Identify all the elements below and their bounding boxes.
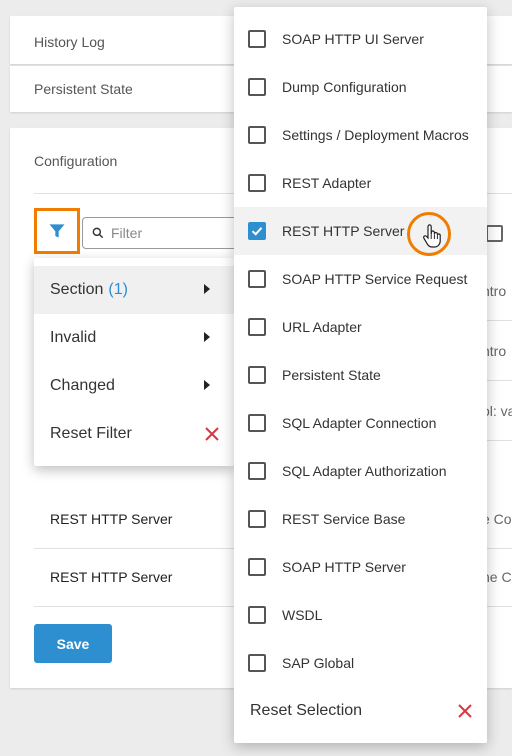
section-option-label: SQL Adapter Connection (282, 415, 437, 431)
section-option-label: SQL Adapter Authorization (282, 463, 447, 479)
save-button[interactable]: Save (34, 624, 112, 663)
section-option[interactable]: URL Adapter (234, 303, 487, 351)
configuration-title: Configuration (34, 153, 118, 169)
section-option-label: URL Adapter (282, 319, 362, 335)
filter-menu-label: Section (50, 281, 104, 298)
section-option[interactable]: SOAP HTTP Service Request (234, 255, 487, 303)
checkbox[interactable] (248, 414, 266, 432)
filter-input[interactable] (111, 225, 231, 241)
close-icon (205, 427, 219, 441)
section-option[interactable]: SOAP HTTP Server (234, 543, 487, 591)
section-option-label: Settings / Deployment Macros (282, 127, 469, 143)
checkbox[interactable] (248, 366, 266, 384)
section-count-badge: (1) (108, 281, 128, 298)
section-option[interactable]: SQL Adapter Authorization (234, 447, 487, 495)
section-menu: SOAP HTTP UI Server Dump Configuration S… (234, 7, 487, 743)
section-option-label: SOAP HTTP UI Server (282, 31, 424, 47)
filter-input-box[interactable] (82, 217, 252, 249)
filter-menu-item-section[interactable]: Section (1) (34, 266, 234, 314)
section-option-label: SOAP HTTP Service Request (282, 271, 468, 287)
chevron-right-icon (204, 380, 210, 390)
reset-selection-item[interactable]: Reset Selection (234, 687, 487, 735)
checkbox[interactable] (248, 78, 266, 96)
section-option-label: REST HTTP Server (282, 223, 405, 239)
checkbox[interactable] (248, 654, 266, 672)
filter-icon (49, 224, 65, 238)
chevron-right-icon (204, 332, 210, 342)
section-option-label: SAP Global (282, 655, 355, 671)
checkbox[interactable] (248, 606, 266, 624)
checkbox[interactable] (248, 462, 266, 480)
section-option[interactable]: WSDL (234, 591, 487, 639)
filter-button[interactable] (34, 208, 80, 254)
reset-filter-label: Reset Filter (50, 425, 132, 442)
section-option[interactable]: Dump Configuration (234, 63, 487, 111)
filter-menu: Section (1) Invalid Changed Reset Filter (34, 258, 234, 466)
search-icon (92, 227, 104, 239)
section-option[interactable]: Settings / Deployment Macros (234, 111, 487, 159)
section-option-label: Dump Configuration (282, 79, 407, 95)
history-log-label: History Log (34, 34, 105, 50)
section-option[interactable]: SOAP HTTP UI Server (234, 15, 487, 63)
checkbox[interactable] (248, 270, 266, 288)
select-all-checkbox[interactable] (486, 225, 503, 242)
checkbox[interactable] (248, 510, 266, 528)
checkbox[interactable] (248, 30, 266, 48)
section-option-label: SOAP HTTP Server (282, 559, 406, 575)
cursor-highlight (407, 212, 451, 256)
checkbox[interactable] (248, 126, 266, 144)
checkbox[interactable] (248, 318, 266, 336)
filter-menu-item-changed[interactable]: Changed (34, 362, 234, 410)
section-option[interactable]: SQL Adapter Connection (234, 399, 487, 447)
section-option-label: WSDL (282, 607, 323, 623)
section-option[interactable]: SAP Global (234, 639, 487, 687)
reset-filter-item[interactable]: Reset Filter (34, 410, 234, 458)
section-option[interactable]: Persistent State (234, 351, 487, 399)
section-option[interactable]: REST Adapter (234, 159, 487, 207)
persistent-state-label: Persistent State (34, 81, 133, 97)
filter-menu-label: Changed (50, 377, 115, 394)
filter-menu-item-invalid[interactable]: Invalid (34, 314, 234, 362)
close-icon (458, 704, 472, 718)
filter-menu-label: Invalid (50, 329, 97, 346)
hand-pointer-icon (423, 224, 441, 248)
checkbox[interactable] (248, 558, 266, 576)
section-option-label: Persistent State (282, 367, 381, 383)
section-option-label: REST Service Base (282, 511, 406, 527)
checkbox[interactable] (248, 174, 266, 192)
row-name: REST HTTP Server (50, 511, 173, 527)
check-icon (251, 227, 263, 236)
section-option[interactable]: REST Service Base (234, 495, 487, 543)
chevron-right-icon (204, 284, 210, 294)
checkbox-checked[interactable] (248, 222, 266, 240)
row-name: REST HTTP Server (50, 569, 173, 585)
reset-selection-label: Reset Selection (250, 702, 363, 719)
section-option-label: REST Adapter (282, 175, 372, 191)
